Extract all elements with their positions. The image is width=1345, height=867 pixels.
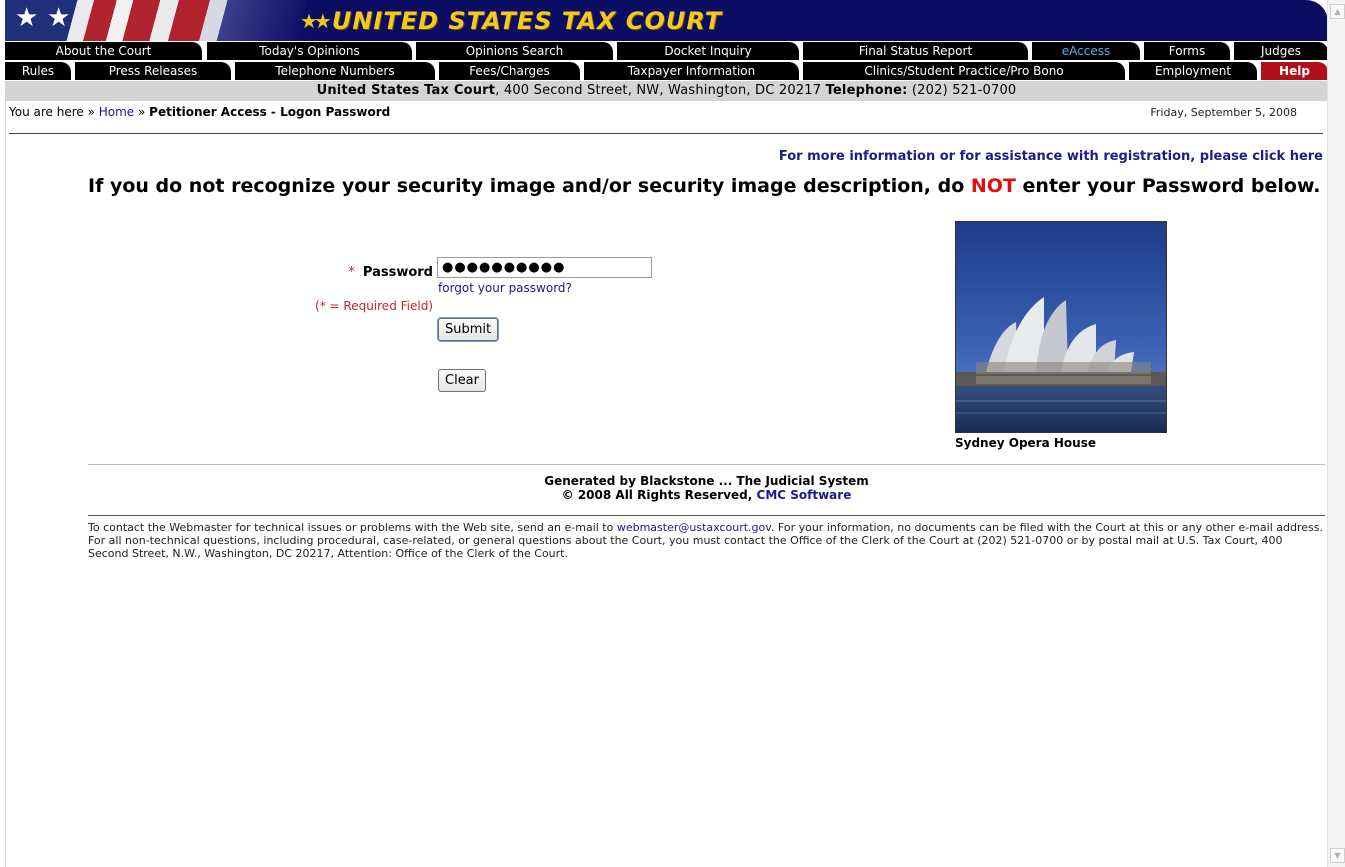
court-address-bar: United States Tax Court, 400 Second Stre… <box>5 81 1328 101</box>
clear-button[interactable]: Clear <box>438 369 486 392</box>
nav-tab-press-releases[interactable]: Press Releases <box>75 62 231 80</box>
court-phone: (202) 521-0700 <box>907 83 1017 98</box>
window-frame-left <box>0 0 6 867</box>
password-label-text: Password <box>362 265 433 280</box>
copyright-line: © 2008 All Rights Reserved, CMC Software <box>88 488 1325 502</box>
security-image <box>955 221 1167 433</box>
court-address: , 400 Second Street, NW, Washington, DC … <box>495 83 826 98</box>
required-field-note: (* = Required Field) <box>315 299 433 313</box>
nav-tab-forms[interactable]: Forms <box>1144 42 1230 60</box>
star-icon: ★ <box>15 3 39 33</box>
nav-tab-clinics[interactable]: Clinics/Student Practice/Pro Bono <box>803 62 1125 80</box>
site-banner: ★ ★ ★★ UNITED STATES TAX COURT <box>5 0 1328 41</box>
court-name: United States Tax Court <box>316 83 496 98</box>
logo-text: UNITED STATES TAX COURT <box>331 7 723 35</box>
security-warning: If you do not recognize your security im… <box>88 173 1321 199</box>
divider <box>9 133 1323 134</box>
generated-by-text: Generated by Blackstone ... The Judicial… <box>544 474 869 488</box>
divider <box>88 464 1325 465</box>
divider <box>88 515 1325 516</box>
password-label: * Password <box>300 265 433 281</box>
breadcrumb-home-link[interactable]: Home <box>99 105 134 119</box>
nav-tab-final-status-report[interactable]: Final Status Report <box>803 42 1028 60</box>
nav-tab-eaccess[interactable]: eAccess <box>1032 42 1140 60</box>
contact-text-1: To contact the Webmaster for technical i… <box>88 521 617 534</box>
flag-graphic: ★ ★ <box>5 0 305 41</box>
breadcrumb: You are here » Home » Petitioner Access … <box>9 104 390 120</box>
logo-stars-icon: ★★ <box>300 9 332 33</box>
nav-tab-todays-opinions[interactable]: Today's Opinions <box>207 42 412 60</box>
opera-house-photo <box>956 222 1166 432</box>
nav-tab-opinions-search[interactable]: Opinions Search <box>416 42 613 60</box>
warning-emphasis: NOT <box>970 175 1016 197</box>
nav-tab-judges[interactable]: Judges <box>1234 42 1328 60</box>
main-nav-row-1: About the Court Today's Opinions Opinion… <box>5 41 1328 61</box>
nav-tab-docket-inquiry[interactable]: Docket Inquiry <box>617 42 799 60</box>
nav-tab-help[interactable]: Help <box>1261 62 1328 80</box>
nav-tab-fees-charges[interactable]: Fees/Charges <box>439 62 580 80</box>
vertical-scrollbar[interactable]: ▲ ▼ <box>1327 0 1345 867</box>
nav-tab-rules[interactable]: Rules <box>5 62 71 80</box>
current-date: Friday, September 5, 2008 <box>1150 106 1297 119</box>
contact-notice: To contact the Webmaster for technical i… <box>88 521 1325 560</box>
scroll-up-arrow-icon[interactable]: ▲ <box>1330 4 1345 19</box>
forgot-password-link[interactable]: forgot your password? <box>438 281 572 296</box>
cmc-software-link[interactable]: CMC Software <box>757 488 852 502</box>
nav-tab-employment[interactable]: Employment <box>1129 62 1257 80</box>
site-logo[interactable]: ★★ UNITED STATES TAX COURT <box>300 4 722 38</box>
phone-label: Telephone: <box>825 83 908 98</box>
star-icon: ★ <box>47 3 71 33</box>
breadcrumb-current: Petitioner Access - Logon Password <box>149 105 391 119</box>
breadcrumb-prefix: You are here » <box>9 105 99 119</box>
warning-text-after: enter your Password below. <box>1015 175 1321 197</box>
required-asterisk: * <box>348 265 355 280</box>
webmaster-email-link[interactable]: webmaster@ustaxcourt.gov <box>617 521 771 534</box>
copyright-text: © 2008 All Rights Reserved, <box>561 488 757 502</box>
nav-tab-about[interactable]: About the Court <box>5 42 202 60</box>
breadcrumb-separator: » <box>134 105 150 119</box>
submit-button[interactable]: Submit <box>438 318 499 341</box>
password-input[interactable]: ●●●●●●●●●● <box>437 257 652 278</box>
footer-credits: Generated by Blackstone ... The Judicial… <box>88 474 1325 502</box>
security-image-caption: Sydney Opera House <box>955 436 1096 450</box>
main-nav-row-2: Rules Press Releases Telephone Numbers F… <box>5 61 1328 81</box>
nav-tab-taxpayer-information[interactable]: Taxpayer Information <box>584 62 799 80</box>
registration-help-link[interactable]: For more information or for assistance w… <box>779 148 1323 166</box>
warning-text-before: If you do not recognize your security im… <box>88 175 971 197</box>
scroll-down-arrow-icon[interactable]: ▼ <box>1330 848 1345 863</box>
nav-tab-telephone-numbers[interactable]: Telephone Numbers <box>235 62 435 80</box>
